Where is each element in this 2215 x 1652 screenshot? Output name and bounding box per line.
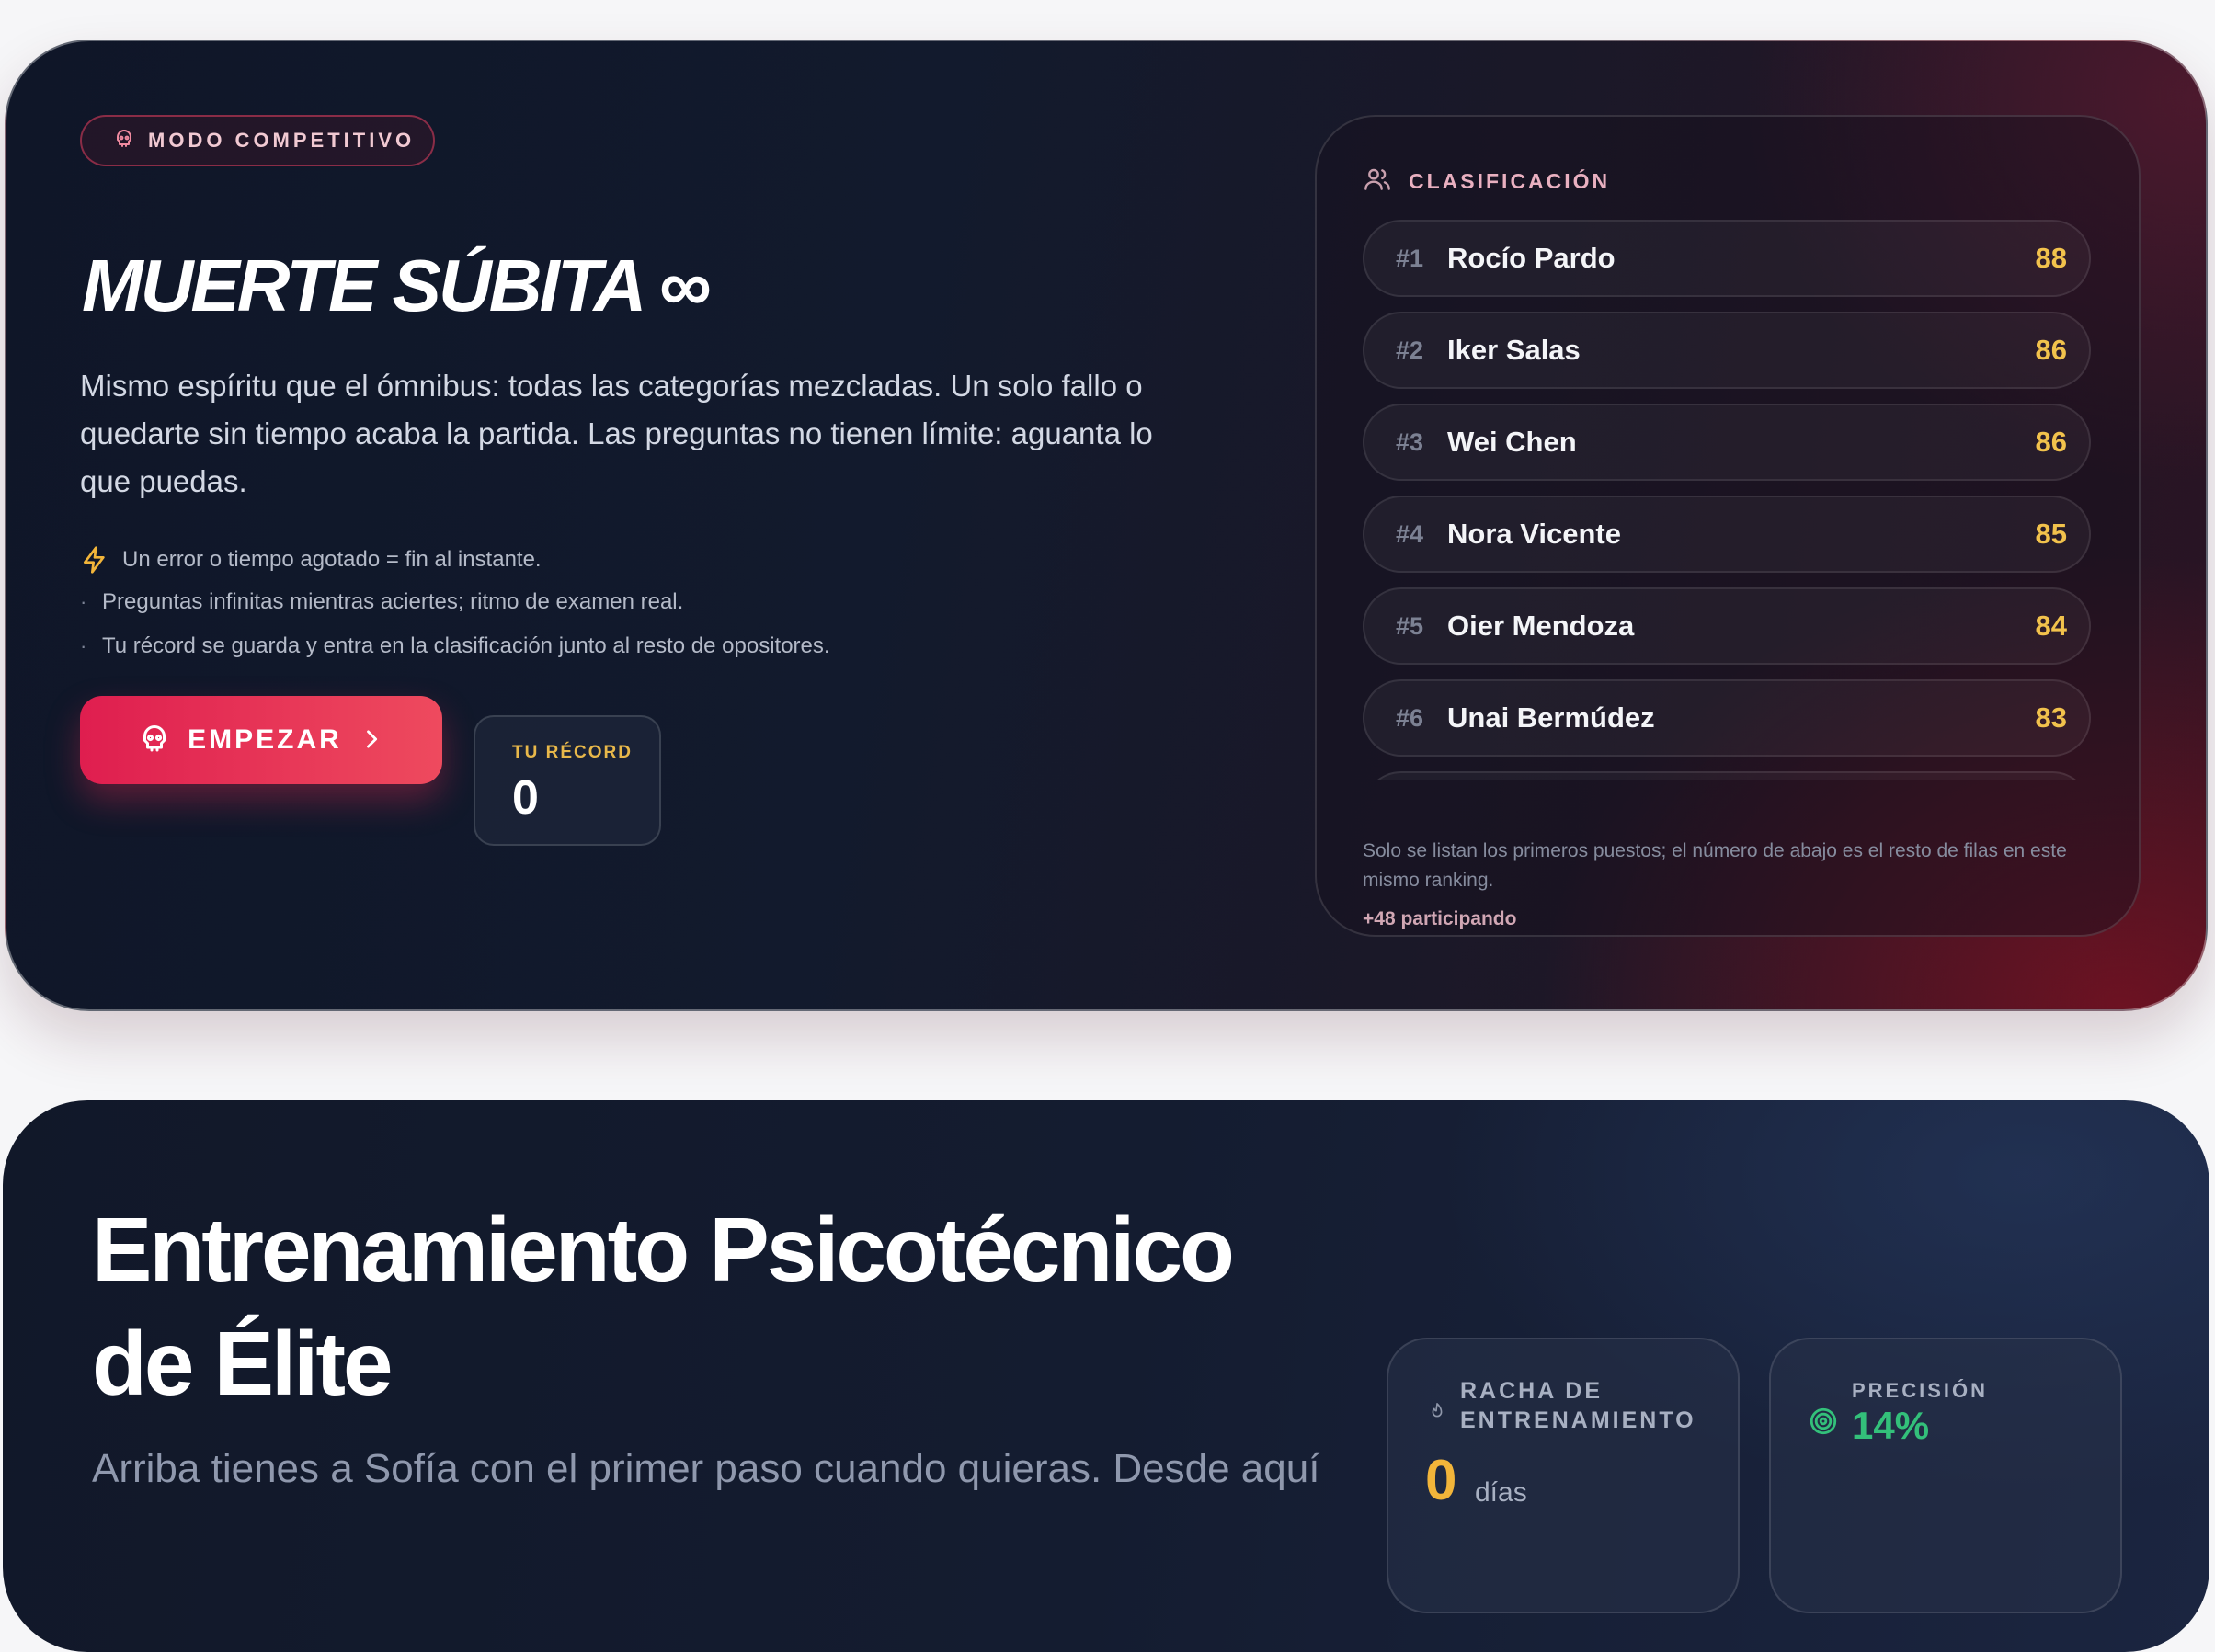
row-rank: #1 — [1396, 245, 1424, 272]
competitive-mode-card: MODO COMPETITIVO MUERTE SÚBITA ∞ Mismo e… — [5, 40, 2208, 1011]
record-value: 0 — [512, 771, 539, 825]
row-name: Iker Salas — [1447, 334, 1581, 366]
streak-value: 0 — [1425, 1449, 1457, 1512]
leaderboard-row: #1 Rocío Pardo 88 — [1363, 220, 2091, 297]
precision-stat-card: PRECISIÓN 14% — [1769, 1338, 2122, 1613]
training-card: Entrenamiento Psicotécnico de Élite Arri… — [3, 1100, 2209, 1652]
row-score: 86 — [2035, 426, 2067, 458]
row-name: Unai Bermúdez — [1447, 701, 1655, 734]
record-label: TU RÉCORD — [512, 743, 633, 762]
training-description: Arriba tienes a Sofía con el primer paso… — [92, 1446, 1320, 1491]
leaderboard-header: CLASIFICACIÓN — [1363, 165, 1610, 198]
row-rank: #5 — [1396, 612, 1424, 640]
bullet-dot: · — [80, 590, 87, 613]
leaderboard-title: CLASIFICACIÓN — [1409, 168, 1611, 193]
row-score: 83 — [2035, 701, 2067, 734]
row-score: 88 — [2035, 242, 2067, 274]
streak-label: RACHA DE ENTRENAMIENTO — [1460, 1378, 1696, 1433]
record-box: TU RÉCORD 0 — [474, 715, 661, 846]
leaderboard-row: #2 Iker Salas 86 — [1363, 312, 2091, 389]
bullet-dot: · — [80, 634, 87, 657]
flame-icon — [1427, 1400, 1447, 1428]
streak-unit: días — [1475, 1477, 1527, 1508]
leaderboard-row: #6 Unai Bermúdez 83 — [1363, 679, 2091, 757]
chevron-right-icon — [359, 726, 384, 755]
mode-description: Mismo espíritu que el ómnibus: todas las… — [80, 369, 1153, 498]
start-button[interactable]: EMPEZAR — [80, 696, 442, 784]
rule-text: Tu récord se guarda y entra en la clasif… — [102, 633, 830, 658]
row-score: 85 — [2035, 518, 2067, 550]
rule-text: Preguntas infinitas mientras aciertes; r… — [102, 589, 684, 614]
row-name: Nora Vicente — [1447, 518, 1621, 550]
row-rank: #3 — [1396, 428, 1424, 456]
skull-icon — [113, 128, 135, 154]
leaderboard-row: #5 Oier Mendoza 84 — [1363, 587, 2091, 665]
training-title-line2: de Élite — [92, 1313, 394, 1414]
rule-item: · Preguntas infinitas mientras aciertes;… — [80, 589, 683, 615]
target-icon — [1808, 1406, 1839, 1441]
leaderboard-row: #4 Nora Vicente 85 — [1363, 496, 2091, 573]
leaderboard-row-partial — [1363, 771, 2091, 780]
row-score: 84 — [2035, 610, 2067, 642]
row-rank: #4 — [1396, 520, 1424, 548]
start-button-label: EMPEZAR — [188, 724, 342, 755]
leaderboard-row: #3 Wei Chen 86 — [1363, 404, 2091, 481]
participants-count: +48 participando — [1363, 908, 1517, 929]
row-name: Oier Mendoza — [1447, 610, 1635, 642]
training-title: Entrenamiento Psicotécnico de Élite — [92, 1192, 1471, 1420]
mode-badge: MODO COMPETITIVO — [80, 115, 435, 166]
leaderboard-panel: CLASIFICACIÓN #1 Rocío Pardo 88 #2 Iker … — [1315, 115, 2141, 937]
streak-stat-card: RACHA DE ENTRENAMIENTO 0 días — [1387, 1338, 1740, 1613]
precision-label: PRECISIÓN — [1852, 1379, 1989, 1402]
training-title-line1: Entrenamiento Psicotécnico — [92, 1199, 1235, 1300]
rule-item: · Tu récord se guarda y entra en la clas… — [80, 633, 830, 659]
mode-title: MUERTE SÚBITA ∞ — [82, 245, 712, 326]
users-icon — [1363, 165, 1392, 198]
precision-value: 14% — [1852, 1404, 1930, 1447]
rule-text: Un error o tiempo agotado = fin al insta… — [122, 547, 542, 572]
rule-item: Un error o tiempo agotado = fin al insta… — [80, 545, 542, 575]
leaderboard-note: Solo se listan los primeros puestos; el … — [1363, 840, 2067, 891]
lightning-icon — [80, 545, 122, 575]
row-rank: #2 — [1396, 336, 1424, 364]
row-score: 86 — [2035, 334, 2067, 366]
mode-badge-label: MODO COMPETITIVO — [148, 129, 416, 152]
row-name: Wei Chen — [1447, 426, 1577, 458]
row-name: Rocío Pardo — [1447, 242, 1616, 274]
leaderboard-list[interactable]: #1 Rocío Pardo 88 #2 Iker Salas 86 #3 We… — [1363, 220, 2091, 780]
row-rank: #6 — [1396, 704, 1424, 732]
skull-icon — [138, 723, 171, 758]
